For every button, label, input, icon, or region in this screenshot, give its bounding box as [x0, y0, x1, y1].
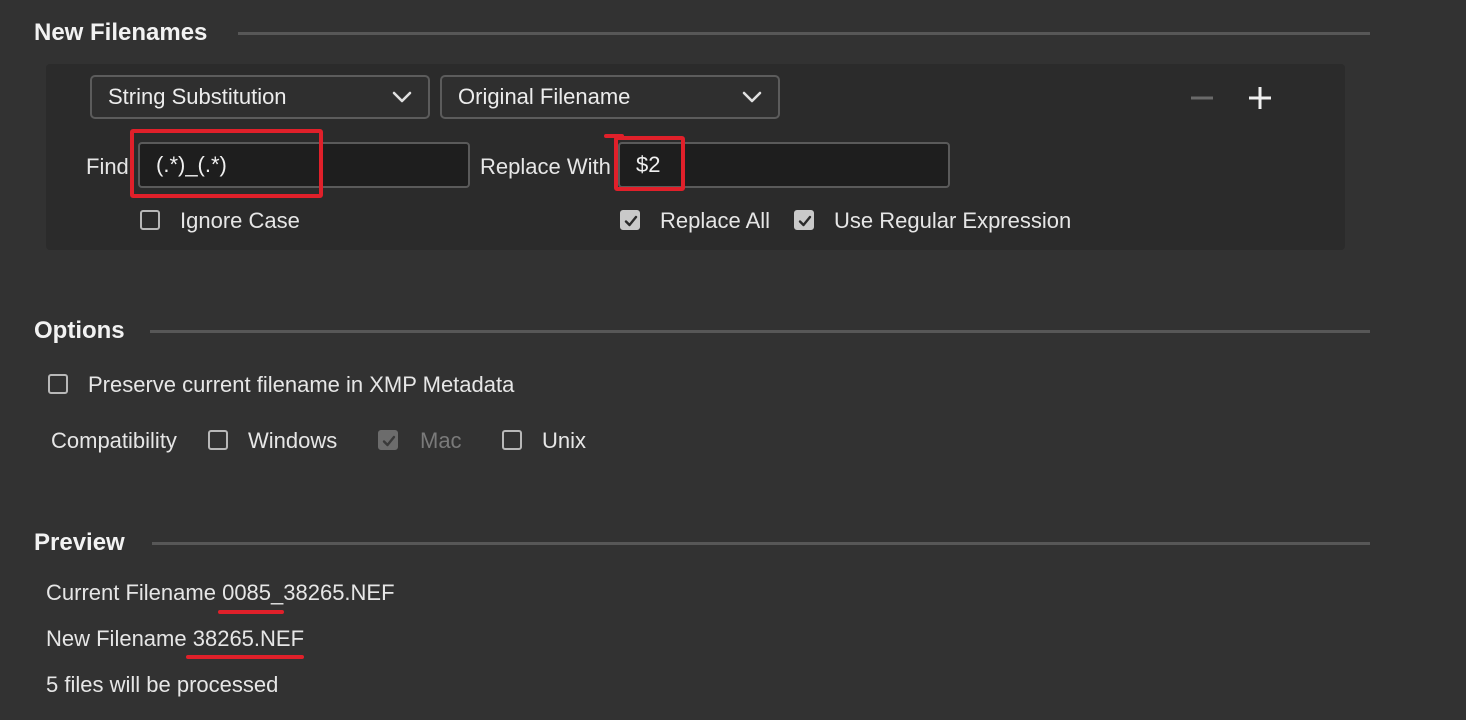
- options-heading: Options: [34, 317, 125, 344]
- source-select[interactable]: Original Filename: [440, 75, 780, 119]
- replace-highlight-annotation-tick: [604, 134, 624, 138]
- find-label: Find: [86, 154, 129, 179]
- preserve-filename-label: Preserve current filename in XMP Metadat…: [88, 372, 515, 397]
- checkmark-icon: [624, 215, 638, 227]
- mac-checkbox: [378, 430, 398, 450]
- method-select[interactable]: String Substitution: [90, 75, 430, 119]
- method-select-value: String Substitution: [108, 84, 287, 109]
- new-filenames-divider: [238, 32, 1370, 35]
- checkmark-icon: [382, 435, 396, 447]
- windows-checkbox[interactable]: [208, 430, 228, 450]
- preview-divider: [152, 542, 1370, 545]
- current-filename-row: Current Filename 0085_38265.NEF: [46, 579, 395, 607]
- replace-highlight-annotation: [614, 136, 685, 191]
- ignore-case-checkbox[interactable]: [140, 210, 160, 230]
- unix-checkbox[interactable]: [502, 430, 522, 450]
- use-regex-label: Use Regular Expression: [834, 208, 1072, 233]
- mac-label: Mac: [420, 428, 462, 453]
- use-regex-checkbox[interactable]: [794, 210, 814, 230]
- plus-icon: [1249, 87, 1271, 109]
- current-filename-label: Current Filename: [46, 580, 216, 605]
- preview-heading: Preview: [34, 529, 125, 556]
- find-highlight-annotation: [130, 129, 323, 198]
- chevron-down-icon: [392, 91, 412, 103]
- replace-all-label: Replace All: [660, 208, 771, 233]
- current-filename-underline-annotation: [218, 610, 284, 614]
- new-filename-label: New Filename: [46, 626, 187, 651]
- files-count-text: 5 files will be processed: [46, 672, 279, 697]
- new-filename-value: 38265.NEF: [192, 626, 305, 651]
- remove-rule-button[interactable]: [1189, 80, 1215, 120]
- windows-label: Windows: [248, 428, 338, 453]
- unix-label: Unix: [542, 428, 587, 453]
- compatibility-label: Compatibility: [51, 428, 177, 453]
- checkmark-icon: [798, 215, 812, 227]
- new-filename-underline-annotation: [186, 655, 304, 659]
- ignore-case-label: Ignore Case: [180, 208, 300, 233]
- replace-all-checkbox[interactable]: [620, 210, 640, 230]
- options-divider: [150, 330, 1370, 333]
- minus-icon: [1191, 96, 1213, 100]
- add-rule-button[interactable]: [1247, 80, 1273, 120]
- chevron-down-icon: [742, 91, 762, 103]
- new-filenames-heading: New Filenames: [34, 19, 208, 46]
- current-filename-value: 0085_38265.NEF: [222, 580, 395, 605]
- source-select-value: Original Filename: [458, 84, 631, 109]
- new-filename-row: New Filename 38265.NEF: [46, 625, 304, 653]
- replace-with-label: Replace With: [480, 154, 611, 179]
- preserve-filename-checkbox[interactable]: [48, 374, 68, 394]
